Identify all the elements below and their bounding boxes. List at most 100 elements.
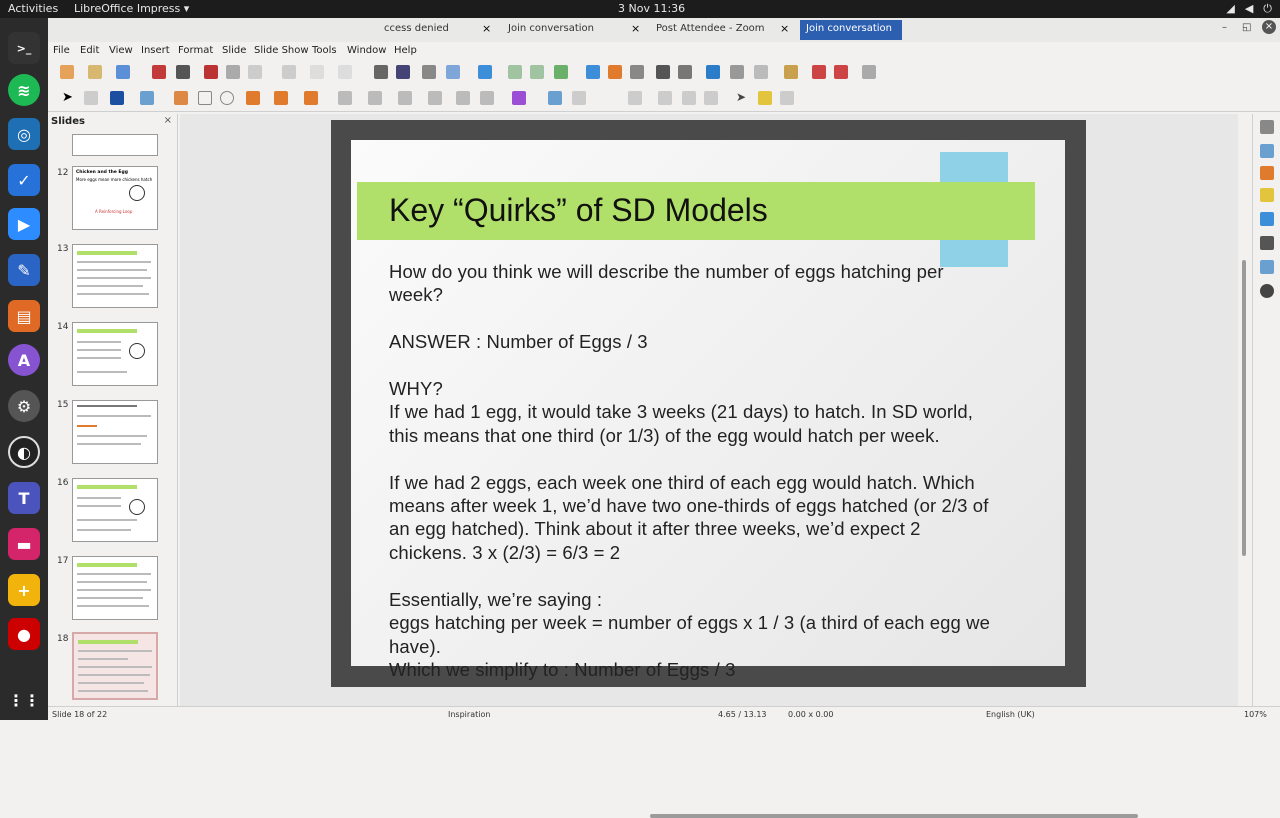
zoom-level[interactable]: 107% xyxy=(1244,710,1267,719)
record-icon[interactable]: ● xyxy=(8,618,40,650)
duplicate-slide-icon[interactable] xyxy=(530,65,544,79)
curve-icon[interactable] xyxy=(274,91,288,105)
ellipse-icon[interactable] xyxy=(220,91,234,105)
hyperlink-icon[interactable] xyxy=(730,65,744,79)
slide-thumbnail-12[interactable]: Chicken and the Egg More eggs mean more … xyxy=(72,166,158,230)
gallery-icon[interactable] xyxy=(1260,260,1274,274)
clone-icon[interactable] xyxy=(282,65,296,79)
line-icon[interactable] xyxy=(174,91,188,105)
tab-join-conversation-active[interactable]: Join conversation xyxy=(800,20,902,40)
distribute-icon[interactable] xyxy=(628,91,642,105)
slide-body-text[interactable]: How do you think we will describe the nu… xyxy=(389,260,1069,681)
properties-icon[interactable] xyxy=(1260,144,1274,158)
header-footer-icon[interactable] xyxy=(784,65,798,79)
volume-icon[interactable]: ◀ xyxy=(1245,2,1253,16)
menu-file[interactable]: File xyxy=(53,45,70,56)
tab-post-attendee-zoom[interactable]: Post Attendee - Zoom xyxy=(650,20,790,40)
callouts-icon[interactable] xyxy=(456,91,470,105)
redo-icon[interactable] xyxy=(338,65,352,79)
writer-icon[interactable]: ✎ xyxy=(8,254,40,286)
image-icon[interactable] xyxy=(586,65,600,79)
open-icon[interactable] xyxy=(88,65,102,79)
new-slide-icon[interactable] xyxy=(508,65,522,79)
spotify-icon[interactable]: ≋ xyxy=(8,74,40,106)
start-show-icon[interactable] xyxy=(812,65,826,79)
spelling-icon[interactable] xyxy=(396,65,410,79)
new-icon[interactable] xyxy=(60,65,74,79)
crop-icon[interactable] xyxy=(682,91,696,105)
close-icon[interactable]: × xyxy=(631,22,640,35)
impress-icon[interactable]: ▤ xyxy=(8,300,40,332)
flowchart-icon[interactable] xyxy=(428,91,442,105)
wifi-icon[interactable]: ◢ xyxy=(1226,2,1234,16)
menu-view[interactable]: View xyxy=(109,45,133,56)
obs-icon[interactable]: ◐ xyxy=(8,436,40,468)
menu-insert[interactable]: Insert xyxy=(141,45,170,56)
sidebar-toggle-icon[interactable] xyxy=(862,65,876,79)
teams-icon[interactable]: T xyxy=(8,482,40,514)
chart-icon[interactable] xyxy=(608,65,622,79)
align-icon[interactable] xyxy=(572,91,586,105)
slide-canvas[interactable]: Key “Quirks” of SD Models How do you thi… xyxy=(180,114,1238,818)
select-icon[interactable]: ➤ xyxy=(62,90,73,105)
fontwork-icon[interactable] xyxy=(706,65,720,79)
menu-slide[interactable]: Slide xyxy=(222,45,246,56)
slide-thumbnail-15[interactable] xyxy=(72,400,158,464)
line-color-icon[interactable] xyxy=(110,91,124,105)
power-icon[interactable]: ⏻ xyxy=(1263,2,1272,16)
table-icon[interactable] xyxy=(554,65,568,79)
textbox-icon[interactable] xyxy=(656,65,670,79)
menu-window[interactable]: Window xyxy=(347,45,386,56)
restore-icon[interactable]: ◱ xyxy=(1242,22,1251,33)
start-current-icon[interactable] xyxy=(834,65,848,79)
media-icon[interactable] xyxy=(630,65,644,79)
slide-thumbnail-11[interactable] xyxy=(72,134,158,156)
arrow-icon[interactable] xyxy=(246,91,260,105)
paste-icon[interactable] xyxy=(248,65,262,79)
slide-thumbnail-18-selected[interactable] xyxy=(72,632,158,700)
basic-shapes-icon[interactable] xyxy=(338,91,352,105)
software-center-icon[interactable]: A xyxy=(8,344,40,376)
stars-icon[interactable] xyxy=(480,91,494,105)
tab-join-conversation[interactable]: Join conversation xyxy=(502,20,632,40)
fill-color-icon[interactable] xyxy=(140,91,154,105)
close-icon[interactable]: × xyxy=(164,115,172,126)
slide-transition-icon[interactable] xyxy=(1260,166,1274,180)
menu-help[interactable]: Help xyxy=(394,45,417,56)
block-arrows-icon[interactable] xyxy=(398,91,412,105)
menu-format[interactable]: Format xyxy=(178,45,213,56)
filter-icon[interactable] xyxy=(704,91,718,105)
save-icon[interactable] xyxy=(116,65,130,79)
toggle-extrusion-icon[interactable] xyxy=(780,91,794,105)
master-slides-icon[interactable] xyxy=(1260,212,1274,226)
slide-thumbnail-16[interactable] xyxy=(72,478,158,542)
horizontal-scrollbar[interactable] xyxy=(650,814,1138,818)
terminal-icon[interactable]: >_ xyxy=(8,32,40,64)
clock[interactable]: 3 Nov 11:36 xyxy=(618,2,708,15)
animation-icon[interactable] xyxy=(1260,188,1274,202)
slide-title[interactable]: Key “Quirks” of SD Models xyxy=(389,192,768,229)
slide-thumbnail-13[interactable] xyxy=(72,244,158,308)
cut-icon[interactable] xyxy=(204,65,218,79)
slide-18[interactable]: Key “Quirks” of SD Models How do you thi… xyxy=(331,120,1086,687)
symbol-shapes-icon[interactable] xyxy=(368,91,382,105)
vertical-scrollbar[interactable] xyxy=(1242,260,1246,556)
close-icon[interactable]: × xyxy=(780,22,789,35)
menu-edit[interactable]: Edit xyxy=(80,45,99,56)
tab-access-denied[interactable]: ccess denied xyxy=(378,20,498,40)
shadow-icon[interactable] xyxy=(658,91,672,105)
navigator-icon[interactable] xyxy=(1260,284,1274,298)
zoom-icon[interactable]: ▶ xyxy=(8,208,40,240)
undo-icon[interactable] xyxy=(310,65,324,79)
show-apps-icon[interactable]: ⋮⋮ xyxy=(8,684,40,716)
rectangle-icon[interactable] xyxy=(198,91,212,105)
menu-icon[interactable] xyxy=(1260,120,1274,134)
find-icon[interactable] xyxy=(374,65,388,79)
menu-slide-show[interactable]: Slide Show xyxy=(254,45,309,56)
close-window-icon[interactable]: × xyxy=(1262,20,1276,34)
points-icon[interactable]: ➤ xyxy=(736,90,746,104)
connector-icon[interactable] xyxy=(304,91,318,105)
app-icon[interactable]: ▬ xyxy=(8,528,40,560)
rotate-icon[interactable] xyxy=(548,91,562,105)
comment-icon[interactable] xyxy=(754,65,768,79)
